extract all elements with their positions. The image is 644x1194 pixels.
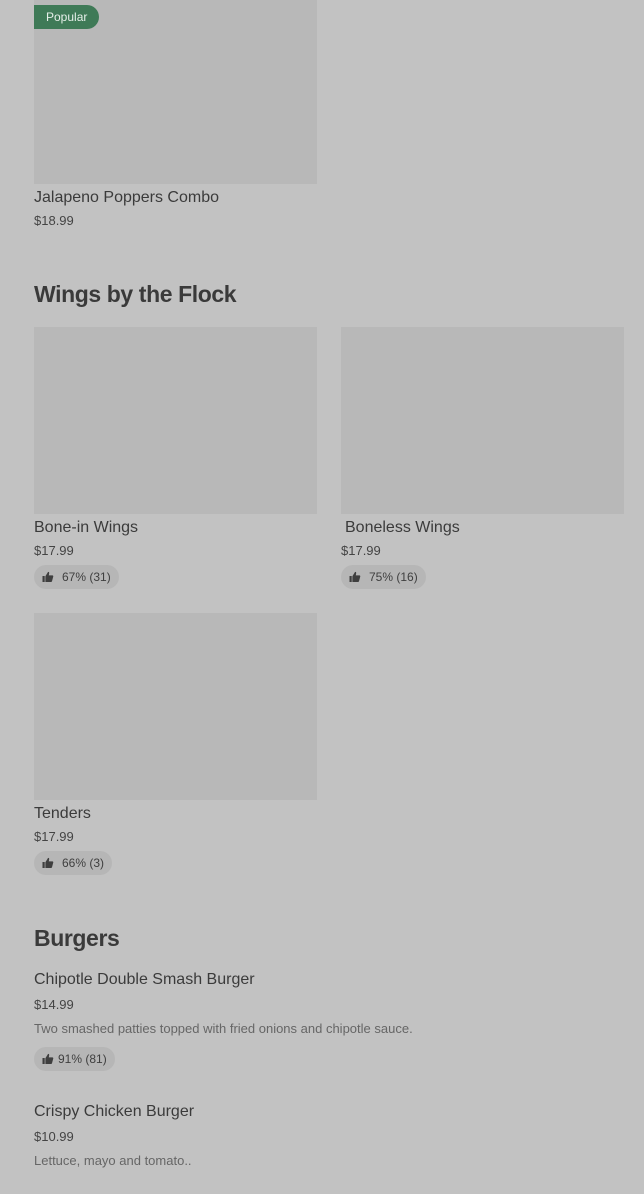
menu-list-item[interactable]: Crispy Chicken Burger $10.99 Lettuce, ma… (34, 1100, 610, 1180)
item-title: Boneless Wings (345, 519, 460, 536)
rating-text: 75% (16) (369, 570, 418, 584)
thumbs-up-icon (42, 1053, 54, 1064)
item-price: $17.99 (341, 543, 381, 558)
item-title: Crispy Chicken Burger (34, 1103, 195, 1120)
section-title-burgers: Burgers (34, 925, 120, 951)
menu-item-card[interactable]: Bone-in Wings $17.99 67% (31) (34, 327, 317, 591)
rating-text: 91% (81) (58, 1052, 107, 1066)
item-price: $14.99 (34, 997, 74, 1012)
thumbs-up-icon (42, 571, 54, 582)
rating-badge: 75% (16) (341, 565, 426, 589)
item-price: $18.99 (34, 213, 74, 228)
item-title: Tenders (34, 805, 91, 822)
rating-text: 66% (3) (62, 856, 105, 870)
menu-item-card[interactable]: Jalapeno Poppers Combo $18.99 (34, 0, 317, 240)
item-title: Jalapeno Poppers Combo (34, 189, 220, 206)
thumbs-up-icon (42, 857, 54, 868)
item-description: Two smashed patties topped with fried on… (34, 1021, 413, 1036)
rating-badge: 91% (81) (34, 1047, 115, 1071)
item-price: $17.99 (34, 829, 74, 844)
rating-text: 67% (31) (62, 570, 111, 584)
item-image (34, 613, 317, 800)
item-description: Lettuce, mayo and tomato.. (34, 1153, 192, 1168)
item-price: $10.99 (34, 1129, 74, 1144)
item-image (34, 327, 317, 514)
item-title: Chipotle Double Smash Burger (34, 971, 255, 988)
item-image (341, 327, 624, 514)
thumbs-up-icon (349, 571, 361, 582)
menu-item-card[interactable]: Tenders $17.99 66% (3) (34, 613, 317, 877)
item-price: $17.99 (34, 543, 74, 558)
menu-list-item[interactable]: Chipotle Double Smash Burger $14.99 Two … (34, 968, 610, 1074)
section-title-wings: Wings by the Flock (34, 281, 237, 307)
popular-badge: Popular (34, 5, 100, 29)
menu-item-card[interactable]: Boneless Wings $17.99 75% (16) (341, 327, 624, 591)
item-title: Bone-in Wings (34, 519, 139, 536)
rating-badge: 67% (31) (34, 565, 119, 589)
rating-badge: 66% (3) (34, 851, 113, 875)
